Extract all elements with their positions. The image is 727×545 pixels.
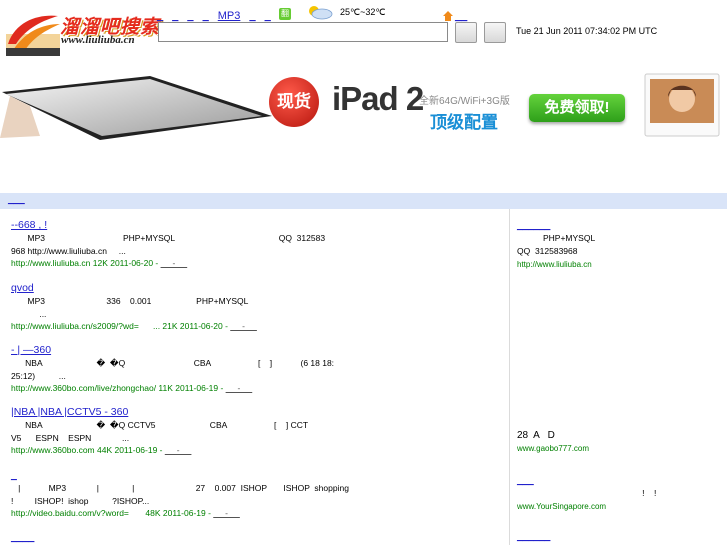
search-result: _ | MP3 | | 27 0.007 ISHOP ISHOP shoppin… <box>11 468 356 520</box>
weather-cloud-icon <box>309 6 333 20</box>
result-url-line: http://www.liuliuba.cn 12K 2011-06-20 - … <box>11 257 356 270</box>
datetime: Tue 21 Jun 2011 07:34:02 PM UTC <box>516 26 658 36</box>
result-url-line: http://video.baidu.com/v?word= 48K 2011-… <box>11 507 356 520</box>
search-result: qvod MP3 336 0.001 PHP+MYSQL ... http://… <box>11 281 356 333</box>
nav-link-mp3[interactable]: MP3 <box>218 10 241 22</box>
result-url: http://www.liuliuba.cn/s2009/?wd= ... 21… <box>11 321 231 332</box>
result-snippet: NBA � �Q CCTV5 CBA [ ] CCT V5 ESPN ESPN … <box>11 420 309 443</box>
sponsored-link: ___ ! ! www.YourSingapore.com <box>517 474 722 513</box>
search-result: ____ <box>11 530 356 544</box>
result-title[interactable]: --668 , ! <box>11 218 356 232</box>
ad-desc: ! ! <box>517 488 657 498</box>
search-input[interactable] <box>158 22 448 42</box>
ad-title[interactable]: ______ <box>517 219 722 232</box>
sponsored-link: ______ PHP+MYSQL QQ 312583968 http://www… <box>517 219 722 271</box>
sponsored-link: 28 A D www.gaobo777.com <box>517 429 722 455</box>
result-url: http://www.360bo.com/live/zhongchao/ 11K… <box>11 383 226 394</box>
result-url: http://www.360bo.com 44K 2011-06-19 - <box>11 445 165 456</box>
nav-link-1[interactable]: _ <box>157 10 163 22</box>
ad-url: www.gaobo777.com <box>517 444 590 453</box>
temperature: 25℃~32℃ <box>340 7 386 17</box>
search-result: |NBA |NBA |CCTV5 - 360 NBA � �Q CCTV5 CB… <box>11 405 356 457</box>
home-link[interactable]: __ <box>455 10 467 22</box>
search-secondary-button[interactable] <box>484 22 506 43</box>
nav-link-6[interactable]: _ <box>249 10 255 22</box>
result-snippet: MP3 PHP+MYSQL QQ 312583 968 http://www.l… <box>11 233 326 256</box>
result-url: http://www.liuliuba.cn 12K 2011-06-20 - <box>11 258 161 269</box>
result-cache-link[interactable]: __ - __ <box>213 508 239 518</box>
result-bar-link[interactable]: ___ <box>8 194 25 205</box>
result-cache-link[interactable]: __ - __ <box>161 258 187 268</box>
result-url: http://video.baidu.com/v?word= 48K 2011-… <box>11 508 214 519</box>
nav-link-3[interactable]: _ <box>187 10 193 22</box>
result-cache-link[interactable]: __ - __ <box>226 383 252 393</box>
nav-link-7[interactable]: _ <box>265 10 271 22</box>
ad-url: www.YourSingapore.com <box>517 502 607 511</box>
result-url-line: http://www.360bo.com/live/zhongchao/ 11K… <box>11 382 356 395</box>
result-title[interactable]: - | —360 <box>11 343 356 357</box>
result-title[interactable]: _ <box>11 468 356 482</box>
result-title[interactable]: |NBA |NBA |CCTV5 - 360 <box>11 405 356 419</box>
search-result: --668 , ! MP3 PHP+MYSQL QQ 312583 968 ht… <box>11 218 356 270</box>
search-button[interactable] <box>455 22 477 43</box>
result-cache-link[interactable]: __ - __ <box>165 445 191 455</box>
ad-title[interactable]: ___ <box>517 474 722 487</box>
banner-spec: 全新64G/WiFi+3G版 <box>419 96 510 107</box>
result-title[interactable]: qvod <box>11 281 356 295</box>
ad-title[interactable]: ______ <box>517 530 722 543</box>
sponsored-link: ______ <box>517 530 722 543</box>
nav-link-2[interactable]: _ <box>172 10 178 22</box>
result-url-line: http://www.liuliuba.cn/s2009/?wd= ... 21… <box>11 320 356 333</box>
ad-desc: PHP+MYSQL QQ 312583968 <box>517 233 596 256</box>
ad-url: http://www.liuliuba.cn <box>517 260 592 269</box>
result-title[interactable]: ____ <box>11 530 356 544</box>
result-bar <box>0 193 727 209</box>
in-stock-badge: 现货 <box>269 77 319 127</box>
result-snippet: NBA � �Q CBA [ ] (6 18 18: 25:12) ... <box>11 358 335 381</box>
result-snippet: MP3 336 0.001 PHP+MYSQL ... <box>27 296 249 319</box>
sidebar-divider <box>509 209 510 545</box>
logo-url: www.liuliuba.cn <box>61 34 135 46</box>
home-icon[interactable] <box>442 10 454 22</box>
result-url-line: http://www.360bo.com 44K 2011-06-19 - __… <box>11 444 356 457</box>
search-result: - | —360 NBA � �Q CBA [ ] (6 18 18: 25:1… <box>11 343 356 395</box>
result-cache-link[interactable]: __ - __ <box>230 321 256 331</box>
banner-product: iPad 2 <box>332 80 424 117</box>
result-snippet: | MP3 | | 27 0.007 ISHOP ISHOP shopping … <box>11 483 349 506</box>
free-claim-button[interactable]: 免费领取! <box>529 94 625 122</box>
banner-tagline: 顶级配置 <box>430 113 498 132</box>
ad-desc: 28 A D <box>517 430 555 441</box>
weather-badge-icon: 翻 <box>279 8 291 20</box>
nav-link-4[interactable]: _ <box>203 10 209 22</box>
